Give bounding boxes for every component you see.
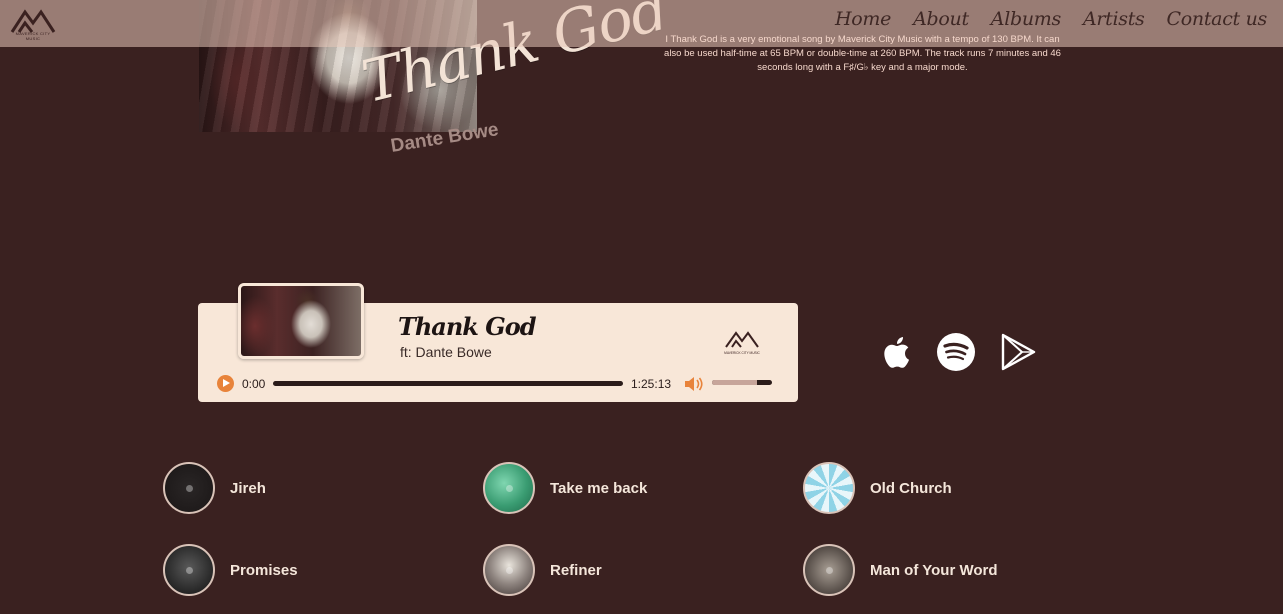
player-track-subtitle: ft: Dante Bowe [400,344,492,360]
song-item-man-of-your-word[interactable]: Man of Your Word [803,544,998,596]
nav-albums[interactable]: Albums [991,8,1061,30]
song-item-refiner[interactable]: Refiner [483,544,602,596]
player-logo-icon: MAVERICK CITY MUSIC [724,331,761,355]
volume-level [712,380,757,385]
song-cover [483,462,535,514]
song-item-take-me-back[interactable]: Take me back [483,462,647,514]
song-title: Jireh [230,479,266,497]
logo-text: MAVERICK CITY MUSIC [15,31,51,41]
current-time: 0:00 [242,377,266,391]
song-cover [163,462,215,514]
song-cover [163,544,215,596]
nav-artists[interactable]: Artists [1083,8,1145,30]
song-title: Take me back [550,479,648,497]
song-cover [803,462,855,514]
top-navigation-bar: MAVERICK CITY MUSIC Home About Albums Ar… [0,0,1283,47]
song-cover [483,544,535,596]
main-nav: Home About Albums Artists Contact us [835,8,1267,30]
play-button[interactable] [217,375,234,392]
volume-icon[interactable] [683,375,705,393]
volume-slider[interactable] [712,380,772,385]
song-title: Refiner [550,561,602,579]
seek-bar[interactable] [273,381,623,386]
song-item-jireh[interactable]: Jireh [163,462,266,514]
google-play-icon[interactable] [998,332,1038,372]
nav-about[interactable]: About [913,8,969,30]
song-title: Promises [230,561,298,579]
player-track-title: Thank God [398,312,537,341]
total-time: 1:25:13 [631,377,672,391]
page: Thank God Dante Bowe MAVERICK CITY MUSIC… [0,0,1283,614]
song-description: I Thank God is a very emotional song by … [664,34,1061,73]
apple-icon[interactable] [878,332,918,372]
song-item-promises[interactable]: Promises [163,544,298,596]
nav-contact-us[interactable]: Contact us [1167,8,1268,30]
song-title: Old Church [870,479,952,497]
song-cover [803,544,855,596]
song-title: Man of Your Word [870,561,998,579]
nav-home[interactable]: Home [835,8,891,30]
player-album-art [238,283,364,359]
song-item-old-church[interactable]: Old Church [803,462,952,514]
player-logo-text: MAVERICK CITY MUSIC [724,351,760,355]
spotify-icon[interactable] [936,332,976,372]
